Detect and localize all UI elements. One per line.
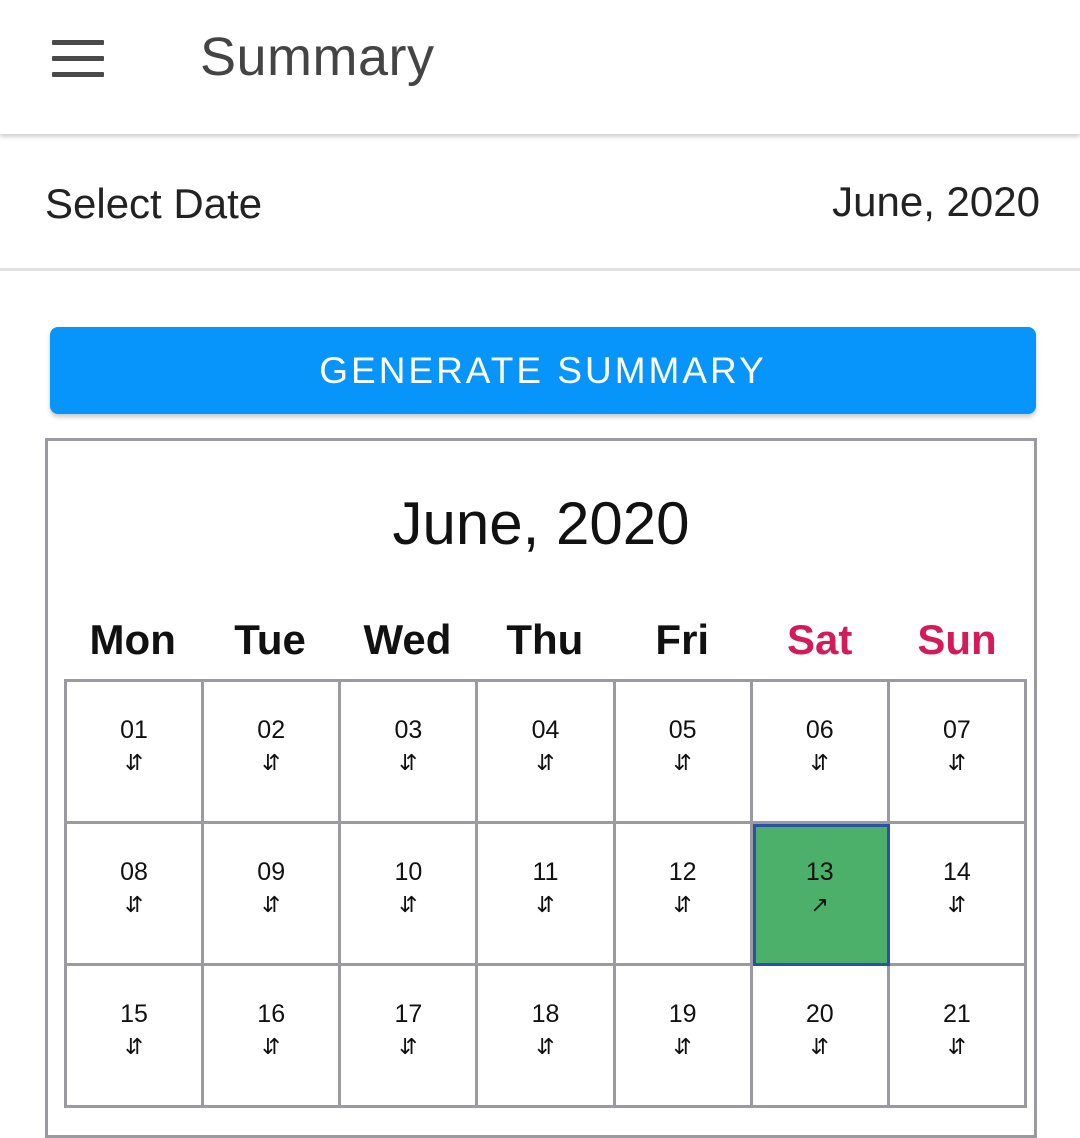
calendar-day-15[interactable]: 15 ⇵ [67, 966, 205, 1108]
calendar-day-06[interactable]: 06 ⇵ [752, 682, 890, 824]
day-number: 09 [257, 858, 286, 886]
day-number: 15 [120, 1000, 148, 1028]
calendar-day-01[interactable]: 01 ⇵ [67, 682, 205, 824]
weekday-fri: Fri [655, 616, 710, 663]
swap-vertical-icon: ⇵ [673, 892, 692, 917]
day-number: 14 [943, 858, 971, 886]
weekday-sat: Sat [786, 616, 853, 663]
calendar-day-21[interactable]: 21 ⇵ [889, 966, 1027, 1108]
day-number: 03 [394, 716, 423, 744]
calendar-day-03[interactable]: 03 ⇵ [341, 682, 479, 824]
day-number: 01 [120, 716, 148, 744]
day-number: 11 [532, 858, 559, 886]
app-bar: Summary [0, 0, 1080, 134]
date-selector[interactable]: Select Date June, 2020 [0, 138, 1080, 271]
swap-vertical-icon: ⇵ [947, 892, 967, 917]
swap-vertical-icon: ⇵ [261, 1034, 281, 1059]
calendar-day-02[interactable]: 02 ⇵ [204, 682, 342, 824]
swap-vertical-icon: ⇵ [947, 1034, 967, 1059]
calendar-day-09[interactable]: 09 ⇵ [204, 824, 342, 966]
swap-vertical-icon: ⇵ [124, 892, 144, 917]
day-number: 08 [120, 858, 148, 886]
calendar-day-14[interactable]: 14 ⇵ [889, 824, 1027, 966]
calendar-day-18[interactable]: 18 ⇵ [478, 966, 616, 1108]
swap-vertical-icon: ⇵ [261, 892, 281, 917]
calendar-day-11[interactable]: 11 ⇵ [478, 824, 616, 966]
calendar-day-20[interactable]: 20 ⇵ [752, 966, 890, 1108]
date-selector-value[interactable]: June, 2020 [832, 178, 1040, 226]
swap-vertical-icon: ⇵ [536, 750, 555, 775]
day-number: 12 [668, 858, 697, 886]
day-number: 19 [668, 1000, 697, 1028]
swap-vertical-icon: ⇵ [536, 1034, 555, 1059]
calendar: June, 2020 Mon Tue Wed Thu Fri Sat Sun 01 ⇵ 02 ⇵ 0… [45, 438, 1037, 1138]
day-number: 07 [943, 716, 971, 744]
calendar-day-08[interactable]: 08 ⇵ [67, 824, 205, 966]
swap-vertical-icon: ⇵ [947, 750, 967, 775]
swap-vertical-icon: ⇵ [673, 750, 692, 775]
day-number: 10 [394, 858, 423, 886]
calendar-day-12[interactable]: 12 ⇵ [615, 824, 753, 966]
weekday-tue: Tue [234, 616, 306, 663]
swap-vertical-icon: ⇵ [399, 750, 418, 775]
page-title: Summary [200, 27, 435, 87]
generate-summary-button[interactable]: GENERATE SUMMARY [50, 327, 1036, 414]
swap-vertical-icon: ⇵ [124, 750, 144, 775]
day-number: 05 [668, 716, 697, 744]
weekday-header: Mon Tue Wed Thu Fri Sat Sun [64, 616, 1026, 676]
calendar-title: June, 2020 [392, 490, 690, 557]
swap-vertical-icon: ⇵ [399, 1034, 418, 1059]
calendar-day-10[interactable]: 10 ⇵ [341, 824, 479, 966]
day-number: 13 [805, 858, 834, 886]
calendar-day-05[interactable]: 05 ⇵ [615, 682, 753, 824]
calendar-day-17[interactable]: 17 ⇵ [341, 966, 479, 1108]
swap-vertical-icon: ⇵ [124, 1034, 144, 1059]
swap-vertical-icon: ⇵ [673, 1034, 692, 1059]
weekday-thu: Thu [506, 616, 584, 663]
calendar-day-13[interactable]: 13 ↗ [752, 824, 890, 966]
calendar-day-04[interactable]: 04 ⇵ [478, 682, 616, 824]
day-number: 06 [805, 716, 834, 744]
calendar-grid: 01 ⇵ 02 ⇵ 03 ⇵ 04 ⇵ 05 ⇵ 06 ⇵ 07 ⇵ 08 ⇵ 09 ⇵ 10 ⇵ 11 ⇵ 12 ⇵ 13 ↗ 1… [64, 679, 1027, 1108]
day-number: 16 [257, 1000, 286, 1028]
day-number: 04 [531, 716, 560, 744]
swap-vertical-icon: ⇵ [261, 750, 281, 775]
day-number: 17 [394, 1000, 423, 1028]
swap-vertical-icon: ⇵ [399, 892, 418, 917]
day-number: 21 [943, 1000, 971, 1028]
calendar-day-07[interactable]: 07 ⇵ [889, 682, 1027, 824]
day-number: 02 [257, 716, 286, 744]
calendar-day-16[interactable]: 16 ⇵ [204, 966, 342, 1108]
calendar-day-19[interactable]: 19 ⇵ [615, 966, 753, 1108]
date-selector-label: Select Date [45, 180, 263, 227]
swap-vertical-icon: ⇵ [810, 1034, 829, 1059]
day-number: 20 [805, 1000, 834, 1028]
trending-up-icon: ↗ [810, 892, 829, 917]
day-number: 18 [531, 1000, 560, 1028]
swap-vertical-icon: ⇵ [536, 892, 555, 917]
weekday-sun: Sun [917, 616, 997, 663]
hamburger-menu-icon[interactable] [52, 40, 104, 78]
weekday-mon: Mon [89, 616, 176, 663]
weekday-wed: Wed [363, 616, 452, 663]
swap-vertical-icon: ⇵ [810, 750, 829, 775]
